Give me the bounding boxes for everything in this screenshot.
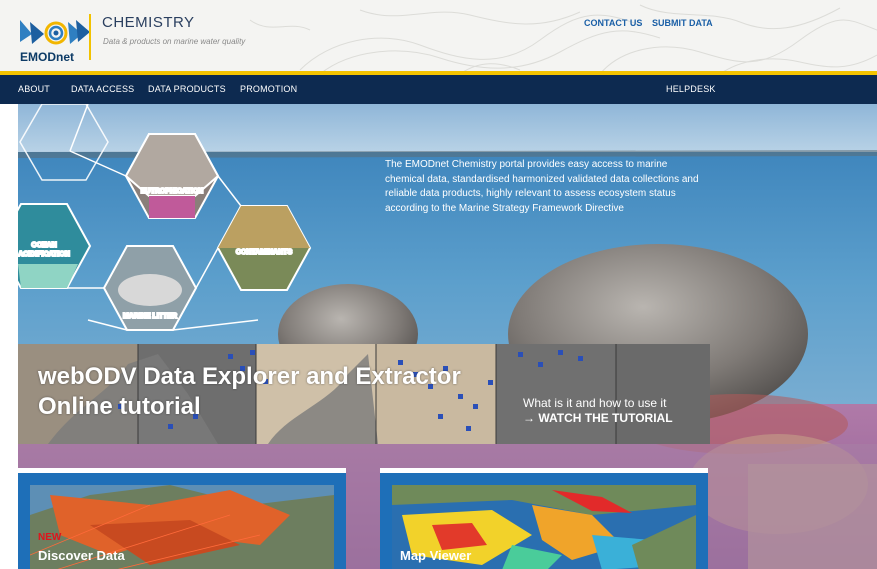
emodnet-logo-mark	[20, 20, 90, 45]
logo-divider	[89, 14, 91, 60]
nav-promotion[interactable]: PROMOTION	[240, 84, 297, 94]
hex-label-ocean: OCEAN	[31, 242, 56, 249]
banner-title-line1: webODV Data Explorer and Extractor	[38, 363, 461, 390]
new-badge: NEW	[38, 532, 62, 543]
hero-section: EUTROPHICATION OCEAN ACIDIFICATION CONTA…	[18, 104, 877, 569]
hex-label-eutrophication: EUTROPHICATION	[141, 188, 203, 195]
banner-subtitle: What is it and how to use it	[523, 396, 667, 410]
banner-title-line2: Online tutorial	[38, 393, 201, 420]
nav-data-access[interactable]: DATA ACCESS	[71, 84, 134, 94]
discover-data-card[interactable]: NEW Discover Data	[18, 468, 346, 569]
nav-helpdesk[interactable]: HELPDESK	[666, 84, 716, 94]
map-viewer-card[interactable]: Map Viewer	[380, 468, 708, 569]
page: EMODnet CHEMISTRY Data & products on mar…	[0, 0, 877, 569]
discover-data-title: Discover Data	[38, 548, 125, 563]
hero-description: The EMODnet Chemistry portal provides ea…	[385, 159, 699, 214]
contact-us-link[interactable]: CONTACT US	[584, 18, 642, 28]
hex-label-acidification: ACIDIFICATION	[18, 251, 70, 258]
logo-wordmark: EMODnet	[20, 50, 74, 64]
tutorial-banner[interactable]: webODV Data Explorer and Extractor Onlin…	[18, 344, 710, 444]
site-title: CHEMISTRY	[102, 14, 195, 31]
nav-data-products[interactable]: DATA PRODUCTS	[148, 84, 226, 94]
discover-data-card-frame: NEW Discover Data	[18, 473, 346, 569]
site-header: EMODnet CHEMISTRY Data & products on mar…	[0, 0, 877, 74]
nav-about[interactable]: ABOUT	[18, 84, 50, 94]
submit-data-link[interactable]: SUBMIT DATA	[652, 18, 713, 28]
map-viewer-card-frame: Map Viewer	[380, 473, 708, 569]
hex-label-marine-litter: MARINE LITTER	[123, 313, 177, 320]
site-tagline: Data & products on marine water quality	[103, 37, 246, 46]
hex-label-contaminants: CONTAMINANTS	[236, 249, 293, 256]
watch-tutorial-link[interactable]: → WATCH THE TUTORIAL	[523, 411, 673, 425]
map-viewer-title: Map Viewer	[400, 548, 472, 563]
banner-title: webODV Data Explorer and Extractor Onlin…	[38, 362, 461, 422]
main-nav: ABOUT DATA ACCESS DATA PRODUCTS PROMOTIO…	[0, 75, 877, 104]
